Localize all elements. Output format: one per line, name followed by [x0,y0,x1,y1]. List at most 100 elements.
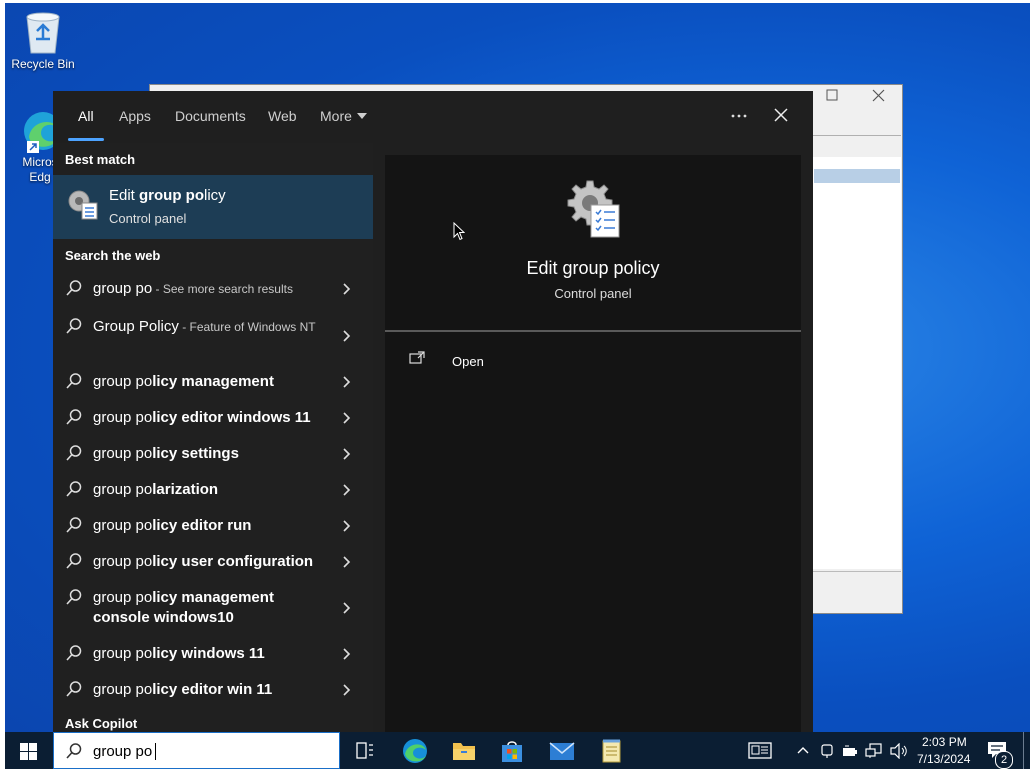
meet-now-icon[interactable] [820,743,834,759]
web-result-item[interactable]: group policy windows 11 [53,644,373,666]
best-match-item[interactable]: Edit group policy Control panel [53,175,373,239]
recycle-bin-label: Recycle Bin [11,57,75,71]
battery-icon[interactable] [842,744,858,758]
result-query: group po [93,481,153,498]
result-text: group policy windows 11 [93,644,325,664]
tab-documents[interactable]: Documents [175,108,246,124]
result-completion: licy windows 11 [152,645,265,662]
recycle-bin-shortcut[interactable]: Recycle Bin [5,9,81,72]
web-result-item[interactable]: group policy management console windows1… [53,588,373,630]
result-text: group policy user configuration [93,552,325,572]
task-view-icon[interactable] [356,742,374,759]
active-tab-indicator [68,138,104,141]
result-text: group policy management [93,372,325,392]
chevron-right-icon [341,556,353,568]
search-icon [65,516,83,534]
ask-copilot-heading: Ask Copilot [65,716,138,731]
result-text: group policy settings [93,444,325,464]
result-completion: licy settings [152,445,239,462]
web-result-item[interactable]: group polarization [53,480,373,502]
file-explorer-icon[interactable] [452,740,476,762]
web-result-item[interactable]: group po - See more search results [53,279,373,301]
open-action[interactable]: Open [405,351,605,373]
chevron-right-icon [341,648,353,660]
result-text: Group Policy - Feature of Windows NT [93,317,325,337]
chevron-right-icon [341,412,353,424]
best-match-title: Edit group policy [109,187,226,204]
result-completion: licy editor win 11 [152,681,273,698]
chevron-up-icon[interactable] [797,746,809,754]
clock-time[interactable]: 2:03 PM [922,735,967,749]
taskbar-search-box[interactable]: group po [53,732,340,769]
web-result-item[interactable]: group policy settings [53,444,373,466]
news-widget-icon[interactable] [748,742,772,759]
windows-start-icon[interactable] [20,743,37,760]
search-icon [65,444,83,462]
result-text: group policy editor win 11 [93,680,325,700]
volume-icon[interactable] [890,743,908,759]
result-subtext: - See more search results [152,282,293,296]
web-result-item[interactable]: group policy editor run [53,516,373,538]
web-result-item[interactable]: group policy editor windows 11 [53,408,373,430]
result-completion: licy editor run [152,517,252,534]
mail-icon[interactable] [549,740,575,762]
result-subtext: - Feature of Windows NT [178,320,316,334]
tab-all[interactable]: All [78,108,94,124]
close-icon[interactable] [774,108,788,122]
search-web-heading: Search the web [65,248,161,263]
chevron-right-icon [341,484,353,496]
result-query: group po [93,645,153,662]
tab-more[interactable]: More [320,108,352,124]
mouse-cursor-icon [453,222,465,241]
maximize-icon[interactable] [826,89,838,101]
preview-divider [385,330,801,332]
store-icon[interactable] [500,739,524,763]
search-icon [65,644,83,662]
search-tabs: All Apps Documents Web More [53,91,813,143]
chevron-right-icon [341,376,353,388]
best-match-subtitle: Control panel [109,211,187,226]
window-status-bar [813,571,901,592]
chevron-right-icon [341,684,353,696]
result-query: group po [93,681,153,698]
result-query: group po [93,280,153,297]
search-icon [65,588,83,606]
web-result-item[interactable]: group policy management [53,372,373,394]
tab-apps[interactable]: Apps [119,108,151,124]
chevron-right-icon [341,448,353,460]
close-icon[interactable] [872,89,885,102]
best-match-title-bold: group po [139,187,204,204]
chevron-right-icon [341,330,353,342]
web-result-item[interactable]: Group Policy - Feature of Windows NT [53,317,373,359]
tab-web[interactable]: Web [268,108,297,124]
search-icon [65,552,83,570]
chevron-right-icon [341,602,353,614]
edge-taskbar-icon[interactable] [402,738,428,764]
result-text: group policy management console windows1… [93,588,293,628]
notepad-icon[interactable] [600,738,622,763]
show-desktop-button[interactable] [1023,732,1024,769]
result-query: group po [93,589,153,606]
more-options-icon[interactable] [731,114,747,118]
search-icon [65,742,83,760]
open-label: Open [452,354,484,369]
best-match-heading: Best match [65,152,136,167]
network-icon[interactable] [865,743,883,759]
text-caret [155,743,156,760]
web-result-item[interactable]: group policy editor win 11 [53,680,373,702]
window-toolbar-line [813,135,901,136]
search-input-text[interactable]: group po [93,743,152,760]
clock-date[interactable]: 7/13/2024 [917,752,970,766]
result-text: group policy editor run [93,516,325,536]
search-icon [65,372,83,390]
chevron-down-icon[interactable] [357,113,367,119]
result-completion: licy management [152,373,274,390]
result-text: group po - See more search results [93,279,325,299]
search-panel: All Apps Documents Web More Best match E… [53,91,813,732]
recycle-bin-icon [21,9,65,55]
result-query: group po [93,517,153,534]
search-icon [65,408,83,426]
result-query: group po [93,445,153,462]
web-result-item[interactable]: group policy user configuration [53,552,373,574]
result-text: group polarization [93,480,325,500]
